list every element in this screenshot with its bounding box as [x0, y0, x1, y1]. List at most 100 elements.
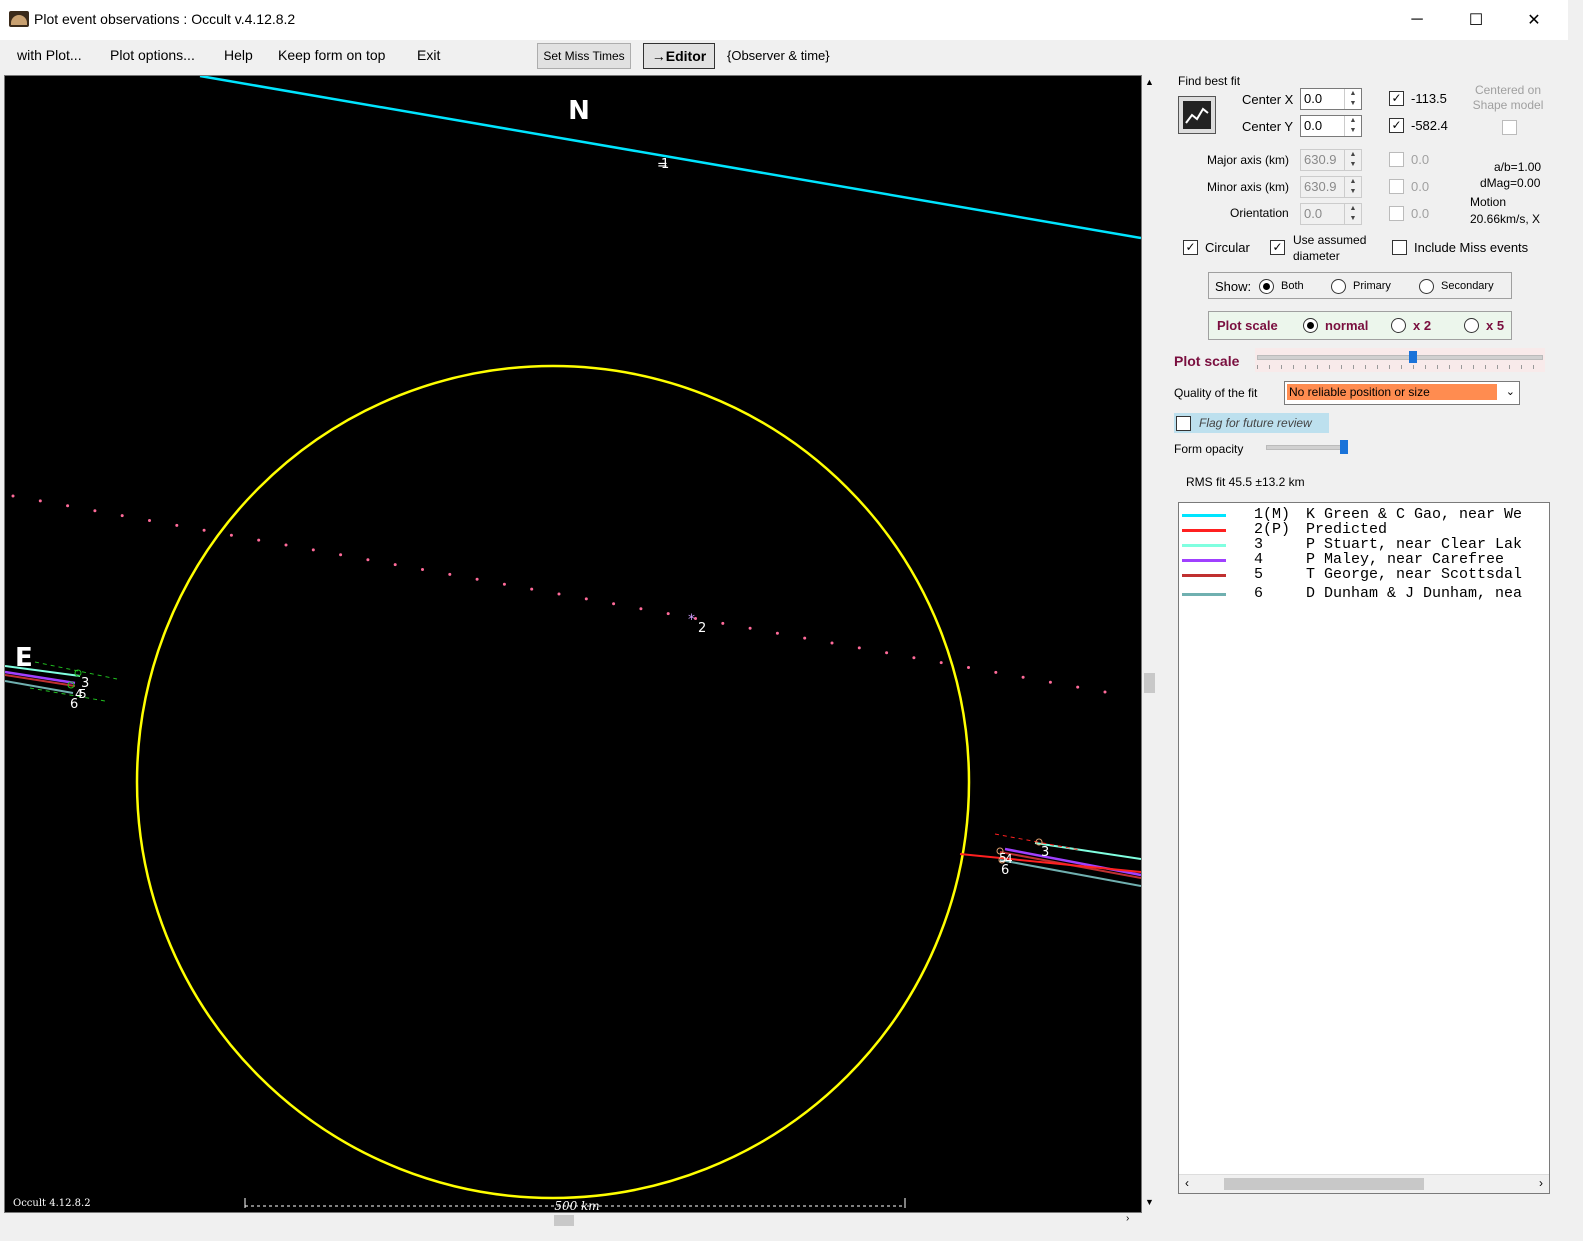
- ab-ratio: a/b=1.00: [1494, 160, 1542, 174]
- find-best-fit-button[interactable]: [1178, 96, 1216, 134]
- center-y-input[interactable]: 0.0 ▲ ▼: [1300, 115, 1362, 137]
- chord-label-5-left: 5: [79, 687, 87, 701]
- observer-time-label[interactable]: {Observer & time}: [727, 48, 830, 63]
- occult-app-icon: [9, 11, 29, 27]
- plot-horizontal-scrollbar[interactable]: ›: [4, 1213, 1140, 1228]
- legend-color-swatch: [1182, 593, 1226, 596]
- predicted-path-dot: [994, 670, 998, 674]
- use-assumed-diameter-label: Use assumed diameter: [1293, 233, 1367, 263]
- predicted-path-dot: [229, 533, 233, 537]
- major-axis-fit-value: 0.0: [1411, 152, 1430, 167]
- predicted-path-dot: [175, 523, 179, 527]
- centered-on-shape-checkbox[interactable]: [1502, 120, 1517, 135]
- show-both-label: Both: [1281, 280, 1304, 292]
- predicted-path-dot: [557, 592, 561, 596]
- predicted-path-dot: [339, 553, 343, 557]
- menu-plot-options[interactable]: Plot options...: [110, 47, 195, 63]
- flag-review-area: Flag for future review: [1174, 413, 1329, 433]
- show-both-radio[interactable]: [1259, 279, 1274, 294]
- predicted-path-dot: [912, 656, 916, 660]
- plot-vertical-scrollbar[interactable]: ▲ ▼: [1142, 75, 1157, 1211]
- plot-scale-x2-radio[interactable]: [1391, 318, 1406, 333]
- legend-observer-id: 5: [1254, 566, 1264, 583]
- menu-keep-on-top[interactable]: Keep form on top: [278, 47, 385, 63]
- plot-scale-thumb[interactable]: [1408, 351, 1417, 363]
- orientation-input[interactable]: 0.0 ▲ ▼: [1300, 203, 1362, 225]
- major-axis-checkbox[interactable]: [1389, 152, 1404, 167]
- predicted-path-dot: [748, 626, 752, 630]
- observer-legend-list[interactable]: 1(M) K Green & C Gao, near We 2(P) Predicte…: [1178, 502, 1550, 1194]
- predicted-path-dot: [257, 538, 261, 542]
- show-group: Show: Both Primary Secondary: [1208, 272, 1512, 299]
- chord-6-right: [999, 859, 1141, 887]
- north-label: N: [568, 96, 590, 126]
- scroll-down-icon[interactable]: ▼: [1145, 1197, 1154, 1207]
- major-axis-input[interactable]: 630.9 ▲ ▼: [1300, 149, 1362, 171]
- motion-value: 20.66km/s, X: [1470, 212, 1541, 226]
- center-x-checkbox[interactable]: ✓: [1389, 91, 1404, 106]
- minor-axis-checkbox[interactable]: [1389, 179, 1404, 194]
- predicted-path-dot: [421, 568, 424, 571]
- center-y-checkbox[interactable]: ✓: [1389, 118, 1404, 133]
- plot-scale-x2-label: x 2: [1413, 318, 1432, 333]
- legend-scroll-right-icon[interactable]: ›: [1539, 1176, 1543, 1190]
- chord-label-6-right: 6: [1001, 863, 1009, 878]
- center-x-label: Center X: [1242, 92, 1294, 107]
- predicted-path-dot: [939, 661, 943, 665]
- form-opacity-thumb[interactable]: [1340, 440, 1348, 454]
- centered-on-shape-label: Centered on Shape model: [1472, 83, 1544, 112]
- predicted-path-dot: [475, 577, 479, 581]
- legend-horizontal-scrollbar[interactable]: ‹ ›: [1179, 1174, 1549, 1193]
- show-primary-radio[interactable]: [1331, 279, 1346, 294]
- vertical-scroll-thumb[interactable]: [1144, 673, 1155, 693]
- quality-select[interactable]: No reliable position or size ⌄: [1284, 381, 1520, 405]
- menu-exit[interactable]: Exit: [417, 47, 440, 63]
- maximize-button[interactable]: ☐: [1447, 0, 1505, 40]
- scroll-up-icon[interactable]: ▲: [1145, 77, 1154, 87]
- predicted-path-dot: [120, 514, 124, 518]
- close-button[interactable]: ✕: [1505, 0, 1563, 40]
- menu-bar: with Plot... Plot options... Help Keep f…: [0, 40, 1568, 74]
- plot-scale-x5-radio[interactable]: [1464, 318, 1479, 333]
- chevron-down-icon[interactable]: ⌄: [1506, 385, 1515, 398]
- predicted-path-dot: [857, 646, 861, 650]
- use-assumed-diameter-checkbox[interactable]: ✓: [1270, 240, 1285, 255]
- motion-label: Motion: [1470, 195, 1507, 209]
- minor-axis-input[interactable]: 630.9 ▲ ▼: [1300, 176, 1362, 198]
- predicted-path-dot: [1103, 690, 1107, 694]
- form-opacity-slider[interactable]: [1264, 438, 1350, 460]
- circular-checkbox[interactable]: ✓: [1183, 240, 1198, 255]
- window-edge-scrollbar[interactable]: [1555, 40, 1568, 1241]
- legend-observer-id: 6: [1254, 585, 1264, 602]
- predicted-path-dot: [38, 499, 42, 503]
- flag-review-checkbox[interactable]: [1176, 416, 1191, 431]
- menu-with-plot[interactable]: with Plot...: [17, 47, 82, 63]
- predicted-path-dot: [775, 631, 779, 635]
- predicted-path-dot: [803, 636, 807, 640]
- set-miss-times-button[interactable]: Set Miss Times: [537, 43, 631, 69]
- show-secondary-radio[interactable]: [1419, 279, 1434, 294]
- include-miss-events-checkbox[interactable]: [1392, 240, 1407, 255]
- scroll-right-icon[interactable]: ›: [1126, 1213, 1129, 1224]
- plot-canvas[interactable]: = 1 N E * 2 3 4 5 6 3 4 5 6 500 km Occul…: [4, 75, 1142, 1213]
- center-x-input[interactable]: 0.0 ▲ ▼: [1300, 88, 1362, 110]
- editor-button[interactable]: →Editor: [643, 43, 715, 69]
- horizontal-scroll-thumb[interactable]: [554, 1215, 574, 1226]
- minimize-button[interactable]: ─: [1388, 0, 1446, 40]
- plot-scale-normal-label: normal: [1325, 318, 1369, 333]
- minor-axis-fit-value: 0.0: [1411, 179, 1430, 194]
- fit-chart-icon: [1183, 101, 1211, 129]
- predicted-path-dot: [639, 607, 643, 611]
- predicted-path-dot: [148, 519, 151, 522]
- legend-scroll-thumb[interactable]: [1224, 1178, 1424, 1190]
- predicted-path-dot: [366, 558, 370, 562]
- include-miss-events-label: Include Miss events: [1414, 240, 1529, 255]
- plot-scale-group: Plot scale normal x 2 x 5: [1208, 311, 1512, 340]
- plot-scale-normal-radio[interactable]: [1303, 318, 1318, 333]
- menu-help[interactable]: Help: [224, 47, 253, 63]
- orientation-checkbox[interactable]: [1389, 206, 1404, 221]
- form-opacity-label: Form opacity: [1174, 442, 1244, 456]
- legend-observer-name: T George, near Scottsdal: [1306, 566, 1523, 583]
- plot-scale-slider[interactable]: [1255, 348, 1545, 372]
- legend-scroll-left-icon[interactable]: ‹: [1185, 1176, 1189, 1190]
